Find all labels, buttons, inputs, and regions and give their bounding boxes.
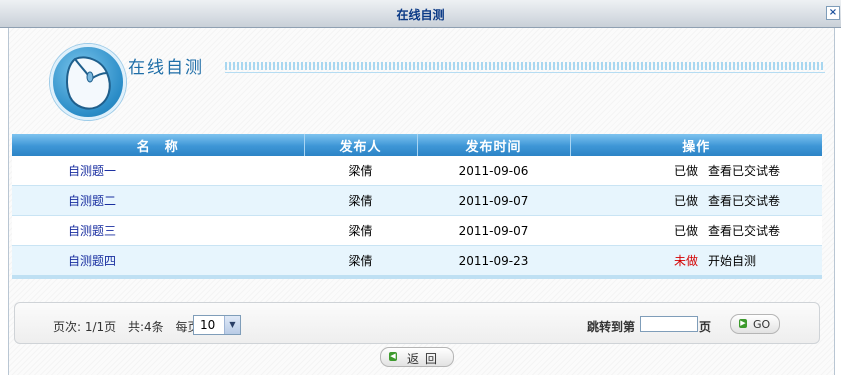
window-titlebar: 在线自测 × (0, 0, 841, 28)
table-row: 自测题三 梁倩 2011-09-07 已做 查看已交试卷 (12, 215, 822, 246)
arrow-icon: ▶ (739, 319, 747, 328)
publisher-cell: 梁倩 (304, 156, 417, 186)
test-name-link[interactable]: 自测题二 (68, 194, 116, 208)
mouse-icon (50, 44, 126, 120)
page-info: 页次: 1/1页 共:4条 每页 (53, 318, 208, 335)
table-header-row: 名 称 发布人 发布时间 操作 (12, 134, 822, 156)
back-label: 返回 (407, 352, 444, 366)
per-page-select[interactable]: 10 ▼ (193, 315, 241, 335)
window-title: 在线自测 (396, 8, 445, 22)
date-cell: 2011-09-07 (417, 215, 570, 246)
status-badge: 未做 (673, 254, 698, 268)
status-badge: 已做 (673, 194, 698, 208)
action-link[interactable]: 查看已交试卷 (708, 164, 780, 178)
jump-suffix: 页 (699, 320, 712, 334)
header-publisher: 发布人 (304, 134, 418, 156)
table-row: 自测题四 梁倩 2011-09-23 未做 开始自测 (12, 245, 822, 279)
jump-label: 跳转到第 (587, 320, 636, 334)
test-name-link[interactable]: 自测题四 (68, 254, 116, 268)
pagination-bar: 页次: 1/1页 共:4条 每页 10 ▼ 跳转到第 页 ▶ GO (14, 302, 820, 344)
publisher-cell: 梁倩 (304, 215, 417, 246)
banner-divider-line (225, 72, 825, 73)
publisher-cell: 梁倩 (304, 245, 417, 279)
per-page-value: 10 (200, 318, 216, 332)
back-button[interactable]: ◀ 返回 (380, 347, 454, 367)
go-button[interactable]: ▶ GO (730, 314, 780, 334)
banner-divider (225, 62, 825, 70)
status-badge: 已做 (673, 164, 698, 178)
action-link[interactable]: 开始自测 (708, 254, 756, 268)
page-count: 页次: 1/1页 (53, 320, 117, 334)
arrow-icon: ◀ (389, 352, 397, 361)
close-icon[interactable]: × (826, 6, 840, 20)
status-badge: 已做 (673, 224, 698, 238)
page-title: 在线自测 (128, 58, 204, 78)
chevron-down-icon[interactable]: ▼ (224, 316, 240, 334)
header-name: 名 称 (12, 134, 305, 156)
test-name-link[interactable]: 自测题三 (68, 224, 116, 238)
table-row: 自测题二 梁倩 2011-09-07 已做 查看已交试卷 (12, 185, 822, 216)
selftest-table: 名 称 发布人 发布时间 操作 自测题一 梁倩 2011-09-06 已做 查看已… (12, 134, 822, 279)
test-name-link[interactable]: 自测题一 (68, 164, 116, 178)
total-count: 共:4条 (128, 320, 164, 334)
go-label: GO (753, 318, 771, 331)
jump-page-input[interactable] (640, 316, 698, 332)
header-actions: 操作 (570, 134, 822, 156)
table-row: 自测题一 梁倩 2011-09-06 已做 查看已交试卷 (12, 156, 822, 186)
date-cell: 2011-09-23 (417, 245, 570, 279)
date-cell: 2011-09-07 (417, 185, 570, 216)
header-date: 发布时间 (417, 134, 571, 156)
publisher-cell: 梁倩 (304, 185, 417, 216)
date-cell: 2011-09-06 (417, 156, 570, 186)
action-link[interactable]: 查看已交试卷 (708, 224, 780, 238)
action-link[interactable]: 查看已交试卷 (708, 194, 780, 208)
